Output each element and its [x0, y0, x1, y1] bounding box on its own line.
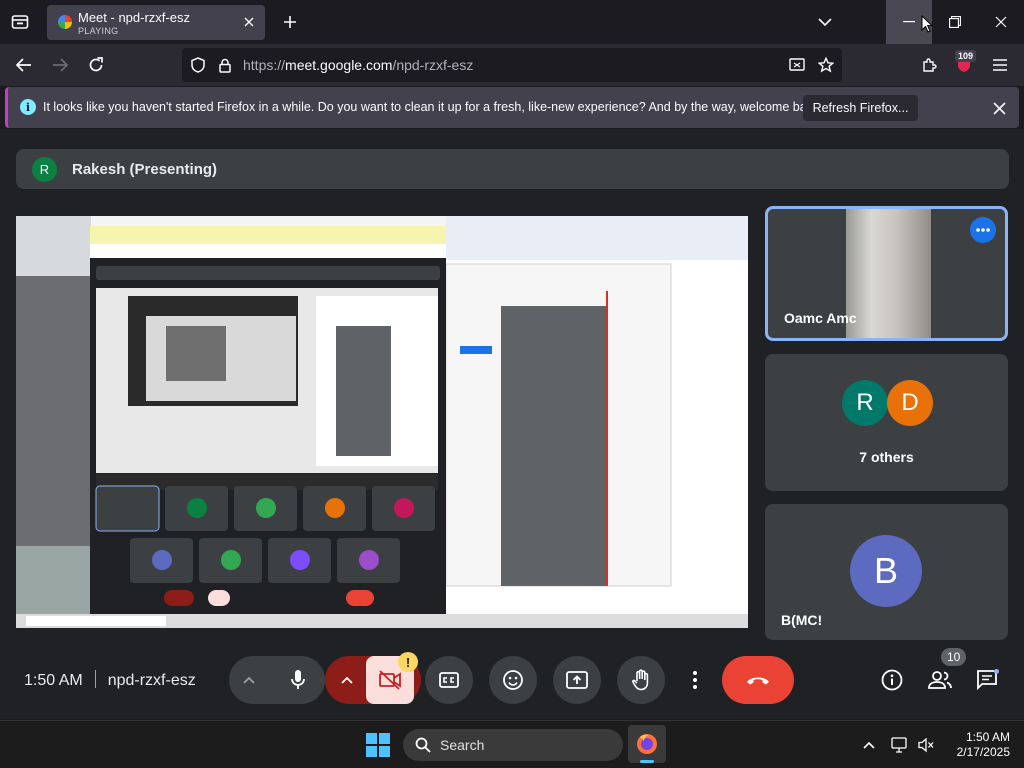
raise-hand-icon [632, 669, 649, 691]
leave-call-button[interactable] [722, 656, 794, 704]
participant-avatar: B [850, 535, 922, 607]
others-count-label: 7 others [859, 449, 914, 465]
participant-avatar: D [887, 380, 933, 426]
presenting-banner: R Rakesh (Presenting) [16, 149, 1009, 189]
present-screen-button[interactable] [553, 656, 601, 704]
notification-close-icon[interactable] [989, 98, 1009, 118]
active-app-indicator [640, 760, 654, 763]
tracking-protection-shield-icon[interactable] [188, 55, 208, 75]
list-all-tabs-icon[interactable] [813, 10, 837, 34]
extension-badge-count: 109 [955, 50, 977, 62]
captions-button[interactable] [425, 656, 473, 704]
taskbar-search[interactable]: Search [403, 729, 623, 761]
audio-controls [229, 656, 325, 704]
shared-screen-image [16, 216, 748, 628]
more-options-icon[interactable] [970, 217, 996, 243]
meeting-time: 1:50 AM [24, 672, 83, 689]
reload-icon[interactable] [82, 51, 110, 79]
browser-navbar: https://meet.google.com/npd-rzxf-esz [0, 44, 1024, 86]
screen-share-indicator-icon[interactable] [787, 55, 807, 75]
meeting-details-icon[interactable] [879, 668, 905, 692]
people-icon[interactable] [927, 668, 953, 692]
more-vert-icon [693, 671, 697, 689]
audio-options-chevron-icon[interactable] [229, 656, 269, 704]
volume-muted-icon[interactable] [916, 735, 936, 755]
browser-tabstrip: Meet - npd-rzxf-esz PLAYING [0, 0, 1024, 44]
tab-title: Meet - npd-rzxf-esz [78, 10, 190, 25]
forward-arrow-icon[interactable] [46, 51, 74, 79]
meet-app: R Rakesh (Presenting) Oamc Amc R D 7 oth… [0, 129, 1024, 719]
microphone-icon [290, 670, 305, 689]
url-bar[interactable]: https://meet.google.com/npd-rzxf-esz [182, 48, 842, 82]
bookmark-star-icon[interactable] [816, 55, 836, 75]
camera-options-chevron-icon[interactable] [325, 656, 369, 704]
participant-avatar: R [842, 380, 888, 426]
firefox-view-icon[interactable] [8, 10, 32, 34]
search-label: Search [440, 737, 485, 753]
participant-count-badge: 10 [941, 648, 967, 666]
browser-tab-active[interactable]: Meet - npd-rzxf-esz PLAYING [47, 5, 265, 40]
window-close-button[interactable] [978, 0, 1024, 44]
participant-name: B(MC! [781, 612, 823, 628]
meet-favicon-icon [58, 15, 72, 29]
refresh-firefox-button[interactable]: Refresh Firefox... [803, 95, 918, 121]
new-tab-icon[interactable] [278, 10, 302, 34]
participant-tile[interactable]: B B(MC! [765, 504, 1008, 640]
url-text[interactable]: https://meet.google.com/npd-rzxf-esz [243, 57, 473, 73]
mouse-cursor-icon [921, 15, 933, 33]
search-icon [415, 737, 431, 753]
chat-icon[interactable] [975, 668, 1001, 692]
participant-video [846, 209, 931, 338]
tab-close-icon[interactable] [241, 14, 257, 30]
show-hidden-icons-chevron-icon[interactable] [859, 735, 879, 755]
participant-tile-others[interactable]: R D 7 others [765, 354, 1008, 491]
participant-tile-camera[interactable]: Oamc Amc [765, 206, 1008, 341]
network-icon[interactable] [890, 735, 910, 755]
present-screen-icon [566, 671, 588, 689]
presenter-label: Rakesh (Presenting) [72, 161, 218, 178]
meeting-info-text: 1:50 AM npd-rzxf-esz [24, 670, 196, 690]
emoji-icon [503, 670, 523, 690]
tab-audio-status: PLAYING [78, 26, 119, 36]
site-lock-icon[interactable] [215, 55, 235, 75]
notification-message: It looks like you haven't started Firefo… [43, 100, 823, 114]
meeting-code: npd-rzxf-esz [107, 672, 196, 689]
info-icon: i [20, 99, 36, 115]
participant-name: Oamc Amc [784, 310, 857, 326]
app-menu-hamburger-icon[interactable] [986, 51, 1014, 79]
microphone-button[interactable] [270, 656, 325, 704]
camera-warning-badge: ! [398, 652, 418, 672]
presenter-avatar: R [32, 157, 57, 182]
back-arrow-icon[interactable] [10, 51, 38, 79]
taskbar-time: 1:50 AM [965, 730, 1010, 744]
end-call-icon [747, 677, 769, 685]
windows-start-icon[interactable] [366, 733, 390, 757]
camera-off-icon [379, 670, 401, 690]
window-restore-button[interactable] [932, 0, 978, 44]
firefox-taskbar-icon[interactable] [628, 725, 666, 763]
raise-hand-button[interactable] [617, 656, 665, 704]
more-options-button[interactable] [681, 656, 709, 704]
firefox-refresh-notification: i It looks like you haven't started Fire… [5, 87, 1019, 128]
windows-taskbar: Search 1:50 AM 2/17/2025 [0, 720, 1024, 768]
captions-icon [439, 672, 459, 688]
emoji-reaction-button[interactable] [489, 656, 537, 704]
shared-screen [16, 216, 748, 628]
taskbar-date: 2/17/2025 [956, 745, 1010, 759]
taskbar-clock[interactable]: 1:50 AM 2/17/2025 [940, 730, 1010, 760]
extensions-puzzle-icon[interactable] [915, 51, 943, 79]
